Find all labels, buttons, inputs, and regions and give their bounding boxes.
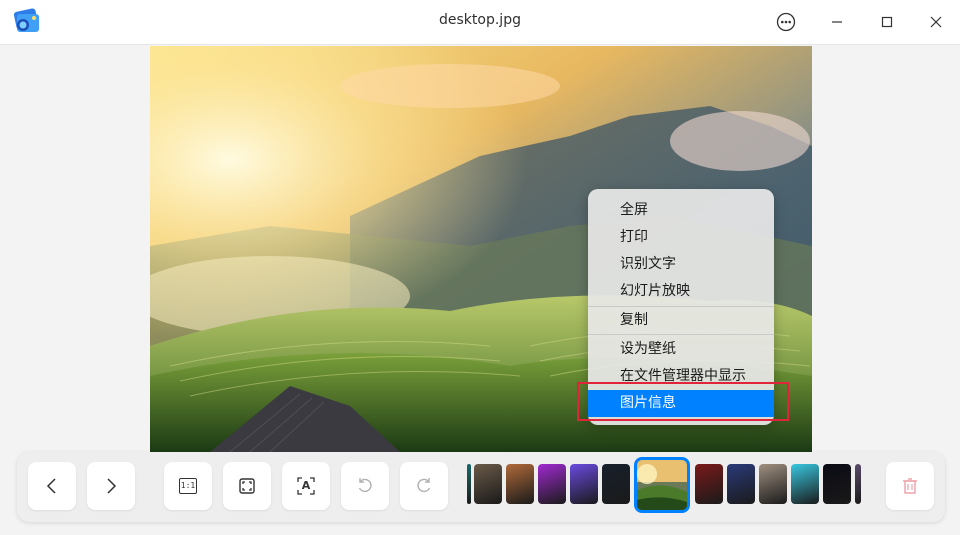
title-bar: desktop.jpg <box>0 0 960 45</box>
delete-button[interactable] <box>886 462 934 510</box>
delete-icon <box>903 478 917 494</box>
menu-divider <box>588 334 774 335</box>
thumbnail[interactable] <box>467 464 471 504</box>
original-size-icon: 1:1 <box>179 478 197 494</box>
menu-item-set-wallpaper[interactable]: 设为壁纸 <box>588 336 774 363</box>
thumbnail[interactable] <box>759 464 787 504</box>
ocr-button[interactable]: A <box>282 462 330 510</box>
ocr-icon: A <box>296 476 316 496</box>
rotate-left-icon <box>358 478 372 493</box>
annotation-highlight-box <box>577 382 789 421</box>
original-size-button[interactable]: 1:1 <box>164 462 212 510</box>
previous-button[interactable] <box>28 462 76 510</box>
thumbnail[interactable] <box>855 464 861 504</box>
close-button[interactable] <box>922 8 950 36</box>
thumbnail[interactable] <box>727 464 755 504</box>
minimize-icon <box>832 21 842 23</box>
maximize-icon <box>881 16 893 28</box>
thumbnail[interactable] <box>791 464 819 504</box>
rotate-right-button[interactable] <box>400 462 448 510</box>
menu-item-ocr[interactable]: 识别文字 <box>588 251 774 278</box>
thumbnail[interactable] <box>474 464 502 504</box>
thumbnail[interactable] <box>506 464 534 504</box>
thumbnail-current[interactable] <box>634 457 690 513</box>
menu-item-copy[interactable]: 复制 <box>588 307 774 334</box>
more-options-button[interactable] <box>772 8 800 36</box>
window-title: desktop.jpg <box>439 12 521 28</box>
thumbnail[interactable] <box>570 464 598 504</box>
more-options-icon <box>776 12 796 32</box>
close-icon <box>930 16 942 28</box>
rotate-right-icon <box>417 478 431 493</box>
ocr-glyph: A <box>301 479 311 492</box>
menu-item-print[interactable]: 打印 <box>588 224 774 251</box>
next-icon <box>107 478 117 494</box>
next-button[interactable] <box>87 462 135 510</box>
fit-window-button[interactable] <box>223 462 271 510</box>
thumbnail[interactable] <box>695 464 723 504</box>
rotate-left-button[interactable] <box>341 462 389 510</box>
fit-window-icon <box>239 478 255 494</box>
bottom-toolbar: 1:1 A <box>17 452 945 522</box>
maximize-button[interactable] <box>873 8 901 36</box>
previous-icon <box>46 478 56 494</box>
menu-item-fullscreen[interactable]: 全屏 <box>588 197 774 224</box>
thumbnail[interactable] <box>538 464 566 504</box>
thumbnail[interactable] <box>602 464 630 504</box>
current-image-thumbnail <box>637 460 687 510</box>
menu-item-slideshow[interactable]: 幻灯片放映 <box>588 278 774 305</box>
minimize-button[interactable] <box>823 8 851 36</box>
thumbnail[interactable] <box>823 464 851 504</box>
